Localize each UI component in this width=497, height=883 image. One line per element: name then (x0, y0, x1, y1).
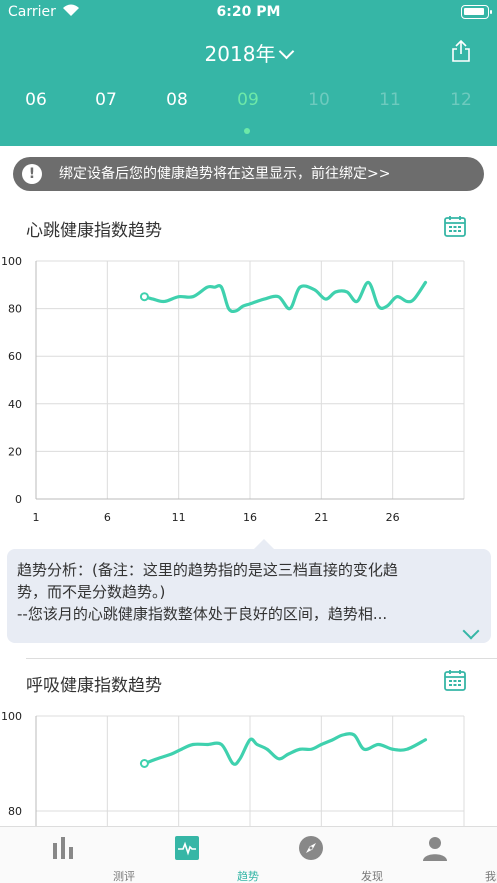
status-bar: Carrier 6:20 PM (0, 0, 497, 26)
breath-trend-title: 呼吸健康指数趋势 (26, 676, 162, 696)
trend-analysis-box[interactable]: 趋势分析：(备注：这里的趋势指的是这三档直接的变化趋 势，而不是分数趋势。) -… (7, 539, 491, 643)
tab-discover[interactable]: 发现 (248, 827, 383, 883)
tab-mine[interactable]: 我的 (372, 827, 497, 883)
x-tick-label: 16 (243, 511, 257, 524)
month-09[interactable]: 09 (223, 90, 273, 110)
month-06[interactable]: 06 (11, 90, 61, 110)
active-month-indicator (244, 128, 250, 134)
y-tick-label: 80 (8, 805, 22, 818)
y-tick-label: 100 (1, 710, 22, 723)
tab-trend[interactable]: 趋势 (124, 827, 259, 883)
tab-bar: 测评 趋势 发现 我的 (0, 826, 497, 883)
bind-device-notice[interactable]: ! 绑定设备后您的健康趋势将在这里显示，前往绑定>> (13, 157, 484, 191)
section-divider (26, 658, 497, 659)
status-time: 6:20 PM (216, 4, 281, 20)
trend-line (142, 732, 428, 766)
y-tick-label: 0 (15, 493, 22, 506)
trend-start-point (139, 292, 149, 302)
y-tick-label: 40 (8, 398, 22, 411)
expand-chevron-icon[interactable] (462, 622, 480, 640)
y-tick-label: 100 (1, 255, 22, 268)
analysis-line-1: 趋势分析：(备注：这里的趋势指的是这三档直接的变化趋 (17, 561, 398, 579)
bar-chart-icon (53, 837, 73, 859)
trend-icon (175, 836, 199, 860)
trend-start-point (139, 759, 149, 768)
x-tick-label: 6 (104, 511, 111, 524)
y-tick-label: 60 (8, 350, 22, 363)
month-10: 10 (308, 90, 330, 110)
x-tick-label: 21 (314, 511, 328, 524)
battery-icon (461, 5, 492, 19)
chevron-down-icon (279, 43, 295, 60)
tab-evaluate[interactable]: 测评 (0, 827, 135, 883)
x-tick-label: 11 (172, 511, 186, 524)
app-header: Carrier 6:20 PM 2018年 06 07 08 09 10 11 … (0, 0, 497, 146)
month-selector: 06 07 08 09 10 11 12 (0, 90, 497, 120)
tab-mine-label: 我的 (485, 870, 497, 883)
heart-trend-title: 心跳健康指数趋势 (26, 221, 162, 241)
year-selector[interactable]: 2018年 (0, 38, 497, 67)
x-tick-label: 1 (33, 511, 40, 524)
share-icon[interactable] (451, 40, 471, 62)
compass-icon (299, 836, 323, 860)
month-12: 12 (450, 90, 472, 110)
analysis-line-3: --您该月的心跳健康指数整体处于良好的区间，趋势相... (17, 605, 388, 623)
month-07[interactable]: 07 (81, 90, 131, 110)
y-tick-label: 80 (8, 303, 22, 316)
analysis-line-2: 势，而不是分数趋势。) (17, 583, 166, 601)
breath-trend-chart: 6080100 (1, 710, 465, 826)
year-label: 2018年 (204, 42, 276, 66)
user-icon (423, 837, 447, 861)
trend-line (142, 280, 428, 314)
heart-trend-chart: 0204060801001 6 11 16 21 26 (1, 255, 465, 524)
calendar-icon[interactable] (443, 668, 467, 692)
month-08[interactable]: 08 (152, 90, 202, 110)
x-tick-label: 26 (386, 511, 400, 524)
exclamation-icon: ! (22, 164, 42, 184)
calendar-icon[interactable] (443, 214, 467, 238)
y-tick-label: 20 (8, 445, 22, 458)
notice-text: 绑定设备后您的健康趋势将在这里显示，前往绑定>> (59, 166, 391, 182)
analysis-pointer (253, 539, 275, 550)
month-11: 11 (379, 90, 401, 110)
